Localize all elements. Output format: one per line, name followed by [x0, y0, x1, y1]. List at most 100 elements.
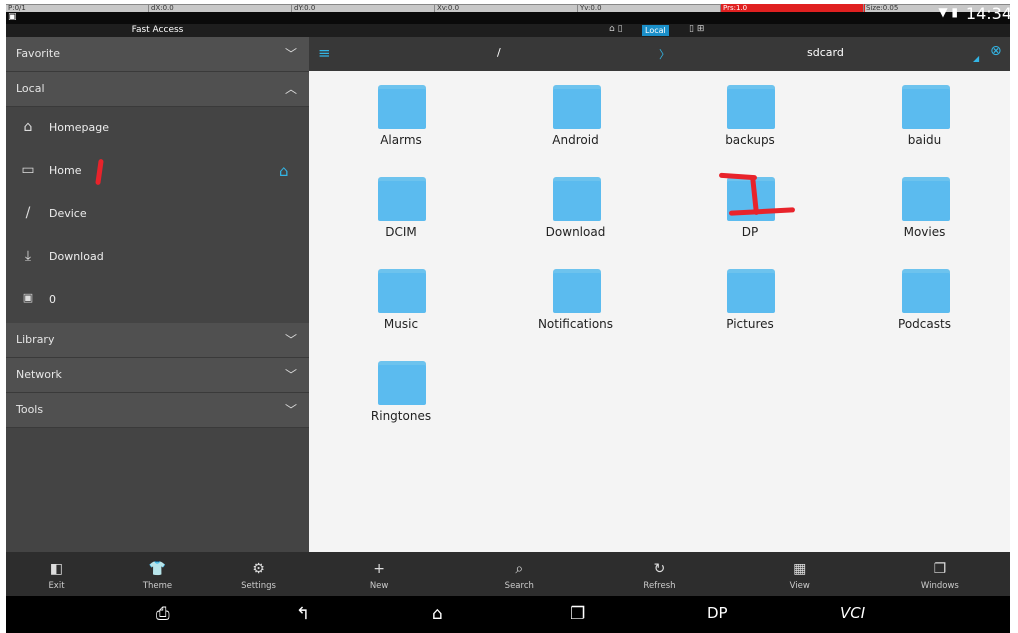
sidebar-item-download[interactable]: ⤓ Download	[6, 236, 309, 279]
section-favorite[interactable]: Favorite ﹀	[6, 37, 309, 72]
folder-item[interactable]: Podcasts	[875, 257, 975, 337]
folder-item[interactable]: Pictures	[700, 257, 800, 337]
close-circle-icon[interactable]: ⊗	[990, 43, 1002, 59]
path-separator: 〉	[659, 48, 670, 61]
folder-item[interactable]: Download	[526, 165, 626, 245]
folder-icon	[727, 85, 775, 129]
toolbar-label: Settings	[241, 581, 276, 591]
settings-button[interactable]: ⚙ Settings	[208, 552, 309, 596]
section-library[interactable]: Library ﹀	[6, 323, 309, 358]
sidebar-item-homepage[interactable]: ⌂ Homepage	[6, 107, 309, 150]
path-root[interactable]: /	[497, 46, 501, 59]
download-icon: ⤓	[24, 248, 32, 264]
home-outline-icon: ⌂	[23, 119, 33, 135]
sidebar-item-device[interactable]: / Device	[6, 193, 309, 236]
view-button[interactable]: ▦ View	[730, 552, 870, 596]
status-bar: ▣	[6, 12, 1010, 24]
tab-local[interactable]: Local	[642, 25, 669, 36]
folder-item[interactable]: Android	[526, 73, 626, 153]
home-icon[interactable]: ⌂	[432, 604, 443, 624]
path-folder[interactable]: sdcard	[807, 46, 844, 59]
folder-icon	[378, 269, 426, 313]
windows-icon: ❐	[933, 561, 947, 577]
exit-button[interactable]: ◧ Exit	[6, 552, 107, 596]
search-button[interactable]: ⌕ Search	[449, 552, 589, 596]
folder-item[interactable]: Ringtones	[351, 349, 451, 429]
window-tab-icons[interactable]: ⌂ ▯	[609, 24, 623, 34]
folder-name: backups	[725, 133, 775, 147]
folder-name: Pictures	[726, 317, 774, 331]
toolbar-label: View	[789, 581, 810, 591]
sidebar-item-label: 0	[49, 293, 56, 306]
debug-dy: dY:0.0	[291, 4, 315, 12]
corner-indicator-icon: ◢	[973, 54, 980, 63]
sidebar-item-label: Home	[49, 164, 82, 177]
sidebar-item-home[interactable]: ▭ Home ⌂	[6, 150, 309, 193]
folder-name: DP	[741, 225, 759, 239]
chevron-up-icon: ︿	[284, 82, 297, 96]
window-tabs-bar: ⌂ ▯ Local ▯ ⊞	[309, 24, 1010, 37]
folder-icon	[901, 177, 950, 221]
section-label: Network	[16, 368, 62, 381]
path-header: ≡ / 〉 sdcard ◢ ⊗	[309, 37, 1010, 71]
sidebar-toolbar: ◧ Exit 👕 Theme ⚙ Settings	[6, 552, 309, 596]
print-icon[interactable]: ⎙	[156, 604, 170, 624]
screenshot-icon: ▣	[8, 12, 17, 22]
folder-icon	[552, 269, 601, 313]
dp-label[interactable]: DP	[707, 604, 728, 622]
new-button[interactable]: + New	[309, 552, 449, 596]
wifi-battery-icons: ▼ ▮	[938, 5, 958, 19]
folder-name: Alarms	[380, 133, 422, 147]
folder-item[interactable]: DCIM	[351, 165, 451, 245]
folder-name: Podcasts	[898, 317, 951, 331]
sidebar-empty-area	[6, 428, 309, 552]
folder-name: Android	[552, 133, 599, 147]
section-label: Local	[16, 82, 45, 95]
sidebar-item-sdcard[interactable]: ▣ 0	[6, 279, 309, 322]
windows-button[interactable]: ❐ Windows	[870, 552, 1010, 596]
folder-name: Download	[545, 225, 606, 239]
folder-name: Music	[383, 317, 419, 331]
window-tab-icons-2[interactable]: ▯ ⊞	[689, 24, 704, 34]
folder-icon	[378, 361, 426, 405]
section-network[interactable]: Network ﹀	[6, 358, 309, 393]
toolbar-label: Search	[504, 581, 534, 591]
plus-icon: +	[373, 561, 385, 577]
theme-button[interactable]: 👕 Theme	[107, 552, 208, 596]
back-icon[interactable]: ↰	[296, 604, 310, 624]
search-icon: ⌕	[515, 561, 524, 577]
folder-icon	[378, 177, 426, 221]
folder-item[interactable]: Movies	[875, 165, 975, 245]
folder-item[interactable]: Alarms	[351, 73, 451, 153]
section-local[interactable]: Local ︿	[6, 72, 309, 107]
section-tools[interactable]: Tools ﹀	[6, 393, 309, 428]
folder-icon	[901, 269, 950, 313]
chevron-down-icon: ﹀	[284, 47, 297, 61]
refresh-icon: ↻	[653, 561, 666, 577]
gear-icon: ⚙	[252, 561, 265, 577]
vci-label[interactable]: VCI	[840, 604, 865, 622]
sidebar-item-label: Homepage	[49, 121, 109, 134]
sidebar: Fast Access Favorite ﹀ Local ︿ ⌂ Homepag…	[6, 24, 309, 552]
folder-item[interactable]: baidu	[875, 73, 975, 153]
recent-apps-icon[interactable]: ❐	[570, 604, 585, 624]
menu-icon[interactable]: ≡	[318, 44, 331, 62]
debug-yv: Yv:0.0	[577, 4, 602, 12]
folder-item[interactable]: Music	[351, 257, 451, 337]
refresh-button[interactable]: ↻ Refresh	[589, 552, 729, 596]
grid-icon: ▦	[793, 561, 807, 577]
folder-name: Movies	[903, 225, 946, 239]
debug-pointer: P:0/1	[8, 4, 26, 12]
section-label: Library	[16, 333, 55, 346]
folder-icon	[552, 177, 601, 221]
toolbar-label: Theme	[142, 581, 173, 591]
set-home-icon[interactable]: ⌂	[279, 162, 289, 180]
sidebar-item-label: Device	[49, 207, 87, 220]
sd-card-icon: ▣	[22, 291, 34, 304]
folder-item[interactable]: backups	[700, 73, 800, 153]
folder-icon	[378, 85, 426, 129]
toolbar-label: Windows	[920, 581, 959, 591]
folder-icon	[552, 85, 601, 129]
folder-name: Notifications	[537, 317, 614, 331]
folder-item[interactable]: Notifications	[526, 257, 626, 337]
